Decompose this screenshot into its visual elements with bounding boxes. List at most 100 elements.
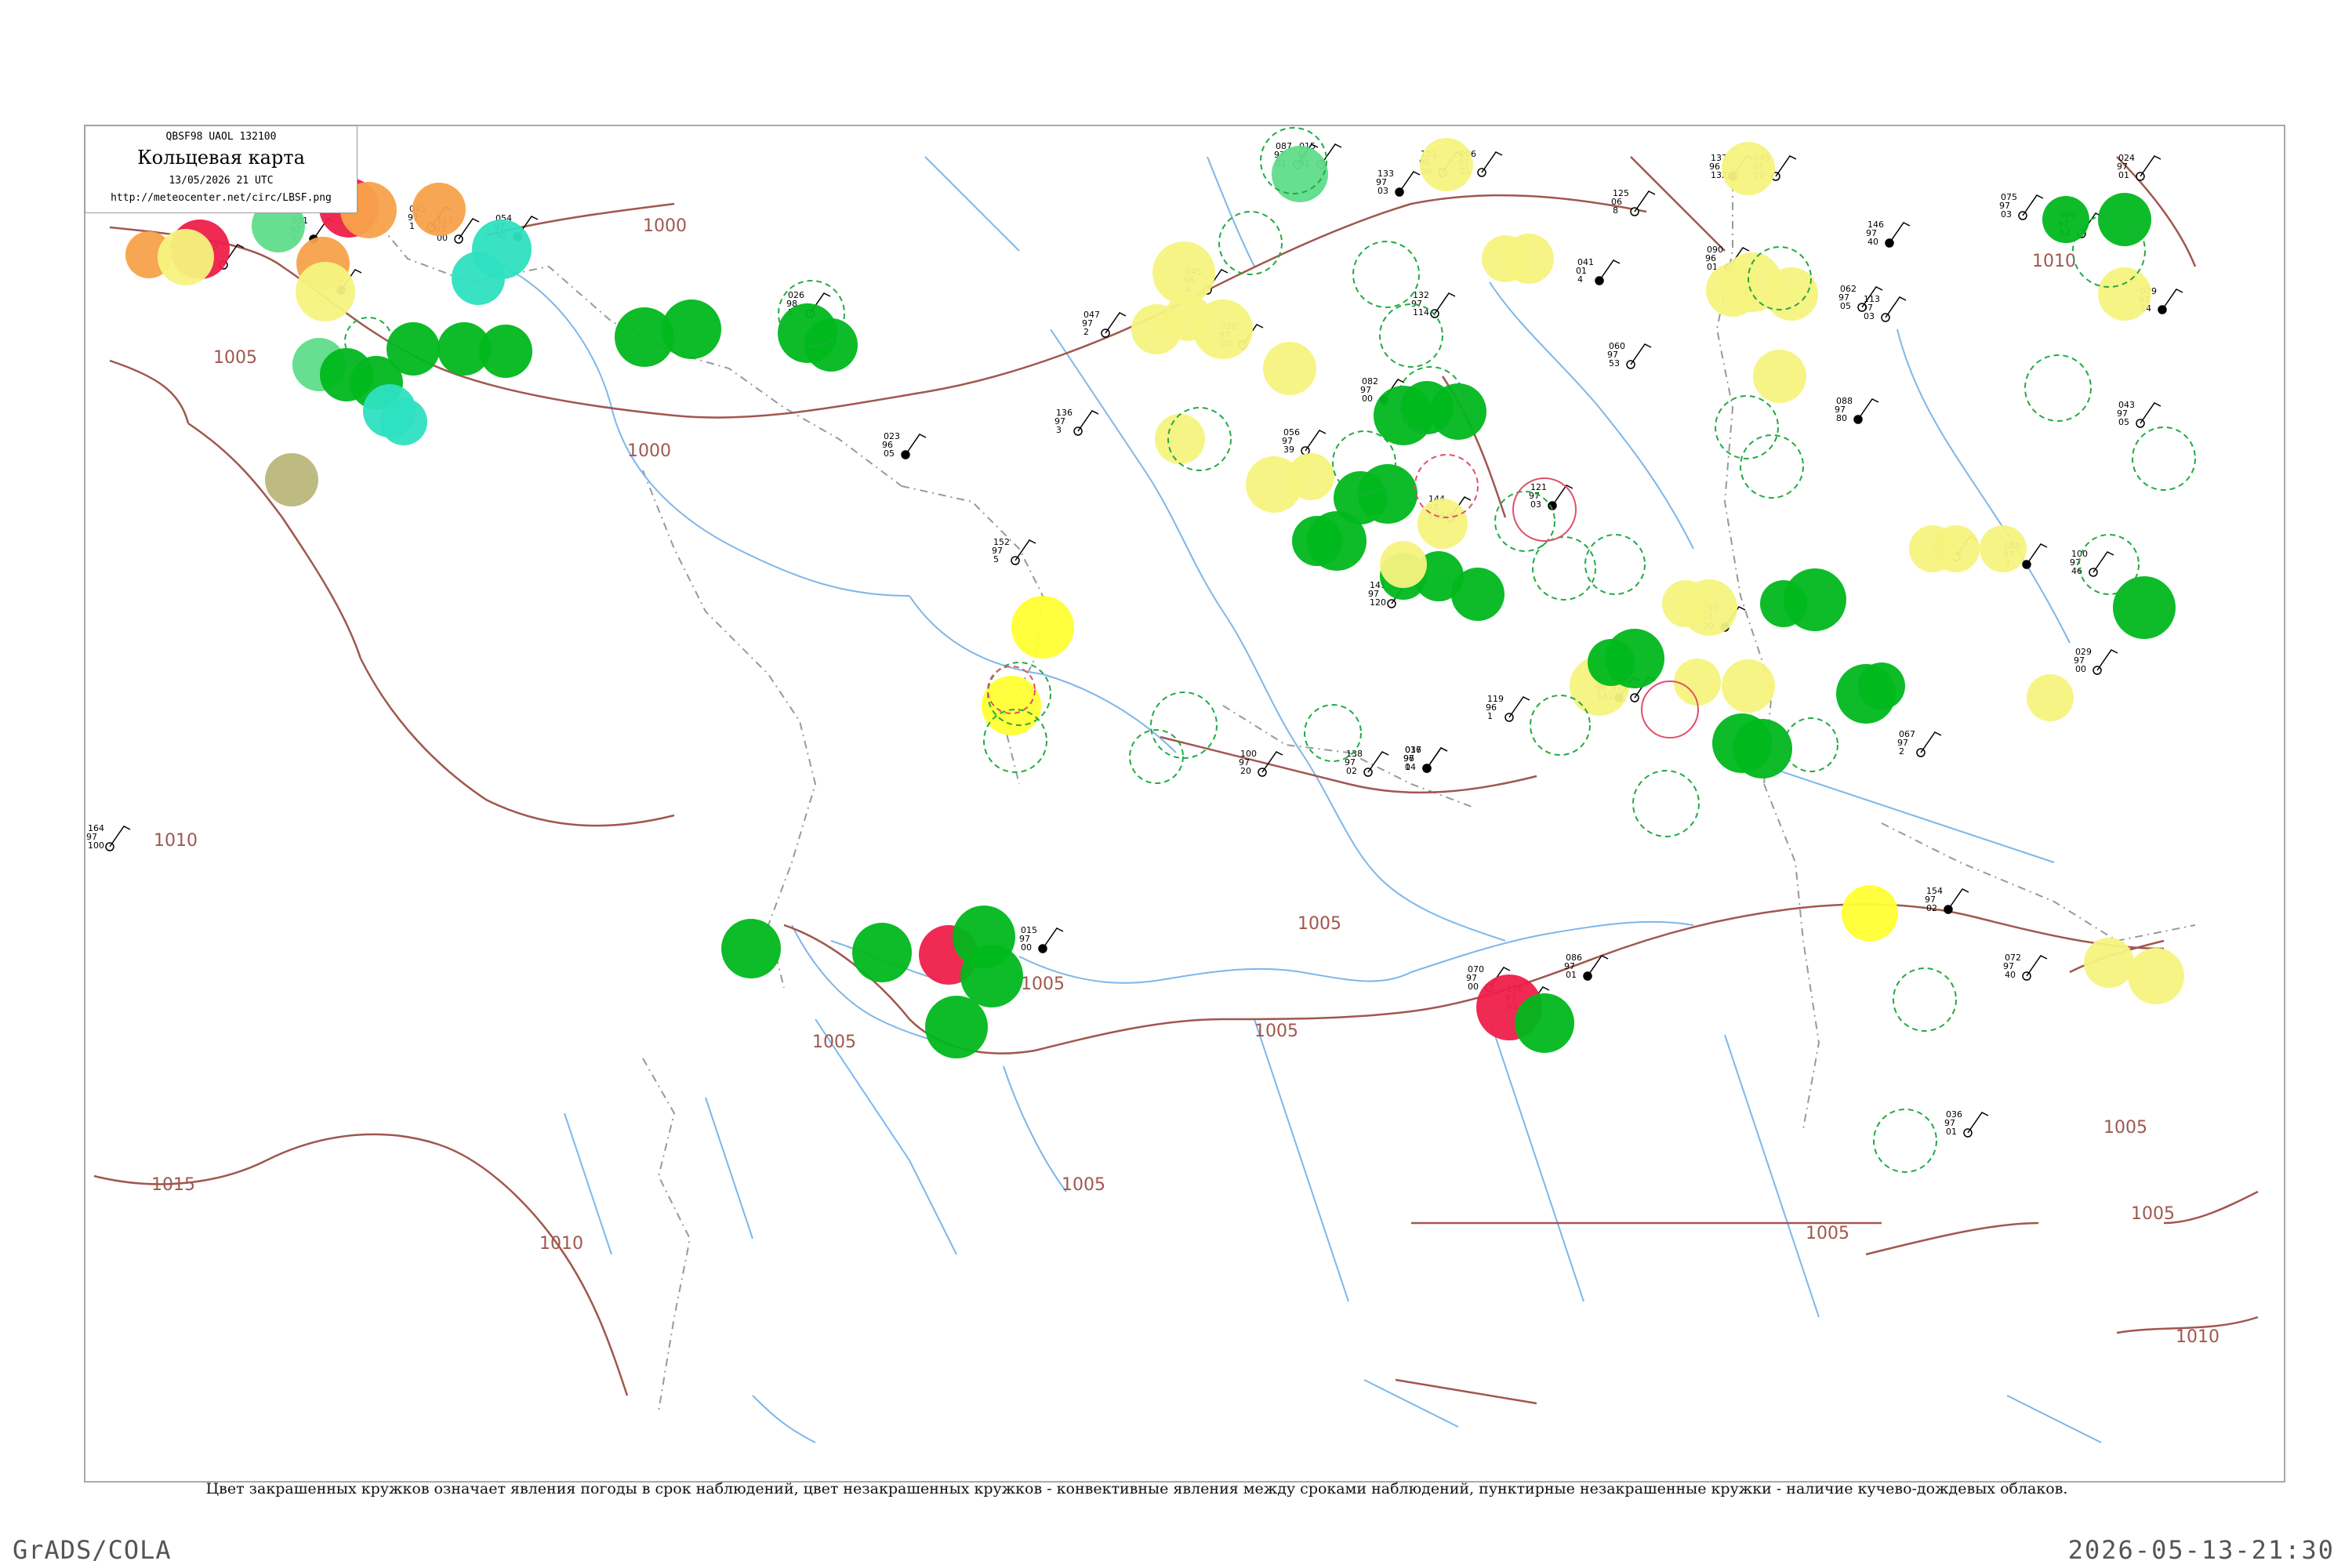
cumulonimbus-circle xyxy=(1218,211,1283,275)
weather-phenomenon-circle xyxy=(804,318,858,372)
station-value: 40 xyxy=(2005,970,2016,980)
weather-phenomenon-circle xyxy=(1515,993,1574,1053)
isobar-label: 1005 xyxy=(812,1033,856,1052)
station-value: 120 xyxy=(1370,597,1386,608)
cumulonimbus-circle xyxy=(2078,534,2140,595)
weather-phenomenon-circle xyxy=(1482,235,1529,282)
weather-phenomenon-circle xyxy=(1858,662,1905,710)
cumulonimbus-circle xyxy=(1494,491,1555,552)
weather-phenomenon-circle xyxy=(1588,639,1635,686)
station-value: 03 xyxy=(2001,209,2012,220)
station-plot: 0889780 xyxy=(1835,396,1879,424)
isobar-label: 1010 xyxy=(539,1234,583,1254)
legend-caption: Цвет закрашенных кружков означает явлени… xyxy=(205,1480,2068,1497)
station-plot: 0569739 xyxy=(1282,427,1327,456)
station-plot: 067972 xyxy=(1897,729,1942,757)
cumulonimbus-circle xyxy=(2024,354,2092,422)
station-value: 00 xyxy=(1021,942,1032,953)
convective-phenomenon-circle xyxy=(1641,681,1699,739)
station-value: 39 xyxy=(1283,445,1294,455)
station-value: 4 xyxy=(1577,274,1583,285)
station-value: 01 xyxy=(1566,970,1577,980)
weather-phenomenon-circle xyxy=(1380,541,1427,588)
weather-phenomenon-circle xyxy=(1980,525,2027,572)
weather-phenomenon-circle xyxy=(1722,142,1775,195)
weather-phenomenon-circle xyxy=(1263,342,1316,395)
cumulonimbus-circle xyxy=(1584,534,1646,595)
station-value: 03 xyxy=(1377,186,1388,196)
station-value: 2 xyxy=(1083,327,1089,337)
map-datetime: 13/05/2026 21 UTC xyxy=(169,175,274,187)
weather-phenomenon-circle xyxy=(925,996,988,1058)
cumulonimbus-circle xyxy=(1632,770,1700,837)
station-value: 5 xyxy=(993,554,999,564)
weather-phenomenon-circle xyxy=(2098,267,2151,321)
weather-phenomenon-circle xyxy=(2113,576,2176,639)
weather-phenomenon-circle xyxy=(1674,659,1721,706)
isobar-label: 1015 xyxy=(151,1175,195,1195)
station-value: 3 xyxy=(1056,425,1062,435)
station-plot: 0159700 xyxy=(1019,925,1064,953)
weather-circles xyxy=(125,127,2196,1173)
cumulonimbus-circle xyxy=(1784,717,1838,772)
cumulonimbus-circle xyxy=(1893,967,1957,1032)
weather-phenomenon-circle xyxy=(1420,138,1473,191)
station-plot: 1549702 xyxy=(1925,886,1969,914)
map-info-box: QBSF98 UAOL 132100 Кольцевая карта 13/05… xyxy=(85,125,358,213)
station-plot: 152975 xyxy=(992,537,1036,565)
weather-phenomenon-circle xyxy=(1287,453,1334,500)
weather-phenomenon-circle xyxy=(265,453,318,506)
weather-phenomenon-circle xyxy=(1753,350,1806,403)
cumulonimbus-circle xyxy=(1304,704,1362,762)
station-plot: 0369704 xyxy=(1403,745,1448,773)
cumulonimbus-circle xyxy=(1740,434,1804,499)
weather-phenomenon-circle xyxy=(1712,713,1772,773)
station-plot: 0729740 xyxy=(2003,953,2048,981)
weather-phenomenon-circle xyxy=(2128,948,2184,1004)
weather-phenomenon-circle xyxy=(1011,596,1074,659)
station-value: 01 xyxy=(2118,170,2129,180)
weather-phenomenon-circle xyxy=(1722,659,1775,713)
isobar-label: 1005 xyxy=(1254,1022,1298,1041)
station-plot: 1469740 xyxy=(1866,220,1911,248)
station-plot: 041014 xyxy=(1576,257,1621,285)
station-value: 1 xyxy=(409,221,415,231)
weather-phenomenon-circle xyxy=(1417,499,1468,549)
station-plot: 125068 xyxy=(1611,188,1656,216)
station-value: 00 xyxy=(2075,664,2086,674)
weather-phenomenon-circle xyxy=(296,262,355,321)
station-value: 1 xyxy=(1487,711,1493,721)
software-credit: GrADS/COLA xyxy=(13,1535,172,1565)
station-plot: 0869701 xyxy=(1564,953,1609,981)
bulletin-code: QBSF98 UAOL 132100 xyxy=(165,131,277,143)
station-value: 53 xyxy=(1609,358,1620,368)
map-title: Кольцевая карта xyxy=(137,147,305,169)
weather-phenomenon-circle xyxy=(2098,193,2151,246)
weather-phenomenon-circle xyxy=(2027,674,2074,721)
station-value: 8 xyxy=(1613,205,1618,216)
isobar-label: 1000 xyxy=(643,216,687,236)
isobar-label: 1005 xyxy=(1806,1224,1849,1243)
isobar-label: 1010 xyxy=(2032,252,2076,271)
weather-phenomenon-circle xyxy=(1292,516,1342,566)
weather-phenomenon-circle xyxy=(2042,196,2089,243)
station-plot: 1009746 xyxy=(2070,549,2114,577)
weather-phenomenon-circle xyxy=(662,299,721,359)
isobar-label: 1000 xyxy=(627,441,671,461)
isobar-label: 1005 xyxy=(2103,1118,2147,1138)
isobar-label: 1010 xyxy=(2176,1327,2220,1347)
station-plot: 1339703 xyxy=(1376,169,1421,197)
weather-phenomenon-circle xyxy=(1400,381,1454,434)
weather-phenomenon-circle xyxy=(960,945,1023,1007)
station-value: 05 xyxy=(2118,417,2129,427)
cumulonimbus-circle xyxy=(1530,695,1591,756)
weather-phenomenon-circle xyxy=(721,919,781,978)
station-plot: 0439705 xyxy=(2117,400,2161,428)
weather-phenomenon-circle xyxy=(412,183,466,236)
source-url[interactable]: http://meteocenter.net/circ/LBSF.png xyxy=(85,192,357,204)
isobar-label: 1005 xyxy=(1021,975,1065,994)
station-plot: 0369701 xyxy=(1944,1109,1989,1138)
station-value: 80 xyxy=(1836,413,1847,423)
weather-phenomenon-circle xyxy=(1760,580,1807,627)
cumulonimbus-circle xyxy=(1873,1109,1937,1173)
